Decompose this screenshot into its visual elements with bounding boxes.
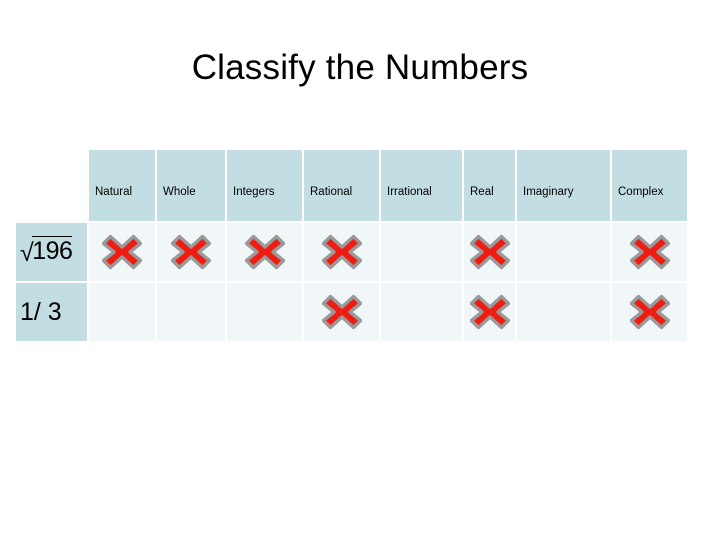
- row-label-text: √196: [20, 236, 73, 267]
- row-label-one_third: 1/ 3: [16, 283, 87, 341]
- row-label-text: 1/ 3: [20, 297, 62, 326]
- column-header-whole: Whole: [157, 150, 225, 221]
- cell-sqrt196-integers[interactable]: [227, 223, 302, 281]
- column-header-label: Imaginary: [523, 186, 574, 198]
- column-header-label: Real: [470, 186, 494, 198]
- page-title: Classify the Numbers: [191, 48, 529, 87]
- cell-one_third-whole[interactable]: [157, 283, 225, 341]
- row-label-sqrt196: √196: [16, 223, 87, 281]
- x-mark-icon: [469, 294, 510, 330]
- table-row: √196: [16, 223, 687, 281]
- column-header-complex: Complex: [612, 150, 687, 221]
- classification-table-wrapper: Natural Whole Integers Rational Irrational Re…: [14, 148, 687, 341]
- x-mark-icon: [321, 294, 362, 330]
- cell-sqrt196-real[interactable]: [464, 223, 515, 281]
- cell-one_third-irrational[interactable]: [381, 283, 462, 341]
- cell-one_third-imaginary[interactable]: [517, 283, 610, 341]
- x-mark-icon: [321, 234, 362, 270]
- x-mark-icon: [102, 234, 142, 270]
- column-header-label: Irrational: [387, 186, 432, 198]
- cell-sqrt196-natural[interactable]: [89, 223, 155, 281]
- column-header-natural: Natural: [89, 150, 155, 221]
- classification-table: Natural Whole Integers Rational Irrational Re…: [14, 148, 689, 343]
- cell-sqrt196-irrational[interactable]: [381, 223, 462, 281]
- cell-one_third-integers[interactable]: [227, 283, 302, 341]
- x-mark-icon: [629, 234, 670, 270]
- column-header-imaginary: Imaginary: [517, 150, 610, 221]
- x-mark-icon: [171, 234, 211, 270]
- cell-sqrt196-imaginary[interactable]: [517, 223, 610, 281]
- cell-one_third-natural[interactable]: [89, 283, 155, 341]
- column-header-label: Natural: [95, 186, 133, 198]
- cell-sqrt196-whole[interactable]: [157, 223, 225, 281]
- radicand: 196: [32, 236, 73, 265]
- header-row: Natural Whole Integers Rational Irrational Re…: [16, 150, 687, 221]
- cell-one_third-real[interactable]: [464, 283, 515, 341]
- cell-sqrt196-complex[interactable]: [612, 223, 687, 281]
- cell-one_third-rational[interactable]: [304, 283, 379, 341]
- table-corner-cell: [16, 150, 87, 221]
- column-header-rational: Rational: [304, 150, 379, 221]
- column-header-real: Real: [464, 150, 515, 221]
- column-header-label: Integers: [233, 186, 275, 198]
- slide-canvas: Classify the Numbers Natural Whole Integer…: [0, 0, 720, 540]
- x-mark-icon: [629, 294, 670, 330]
- column-header-integers: Integers: [227, 150, 302, 221]
- cell-one_third-complex[interactable]: [612, 283, 687, 341]
- x-mark-icon: [244, 234, 285, 270]
- column-header-label: Whole: [163, 186, 196, 198]
- table-body: √196 1/ 3: [16, 223, 687, 341]
- column-header-label: Complex: [618, 186, 664, 198]
- table-row: 1/ 3: [16, 283, 687, 341]
- cell-sqrt196-rational[interactable]: [304, 223, 379, 281]
- table-header: Natural Whole Integers Rational Irrational Re…: [16, 150, 687, 221]
- column-header-label: Rational: [310, 186, 353, 198]
- x-mark-icon: [469, 234, 510, 270]
- column-header-irrational: Irrational: [381, 150, 462, 221]
